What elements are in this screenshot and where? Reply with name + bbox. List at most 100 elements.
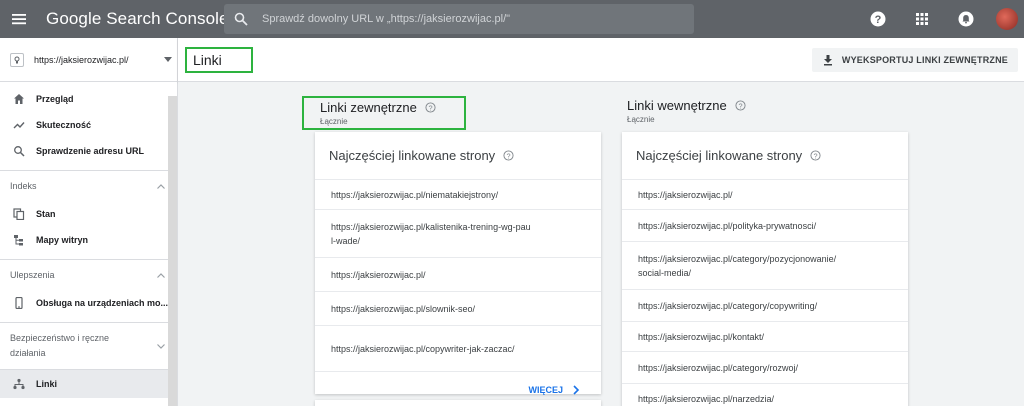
svg-text:?: ? — [428, 103, 432, 112]
help-outline-icon[interactable]: ? — [810, 150, 821, 161]
table-row[interactable]: https://jaksierozwijac.pl/ — [622, 180, 908, 210]
internal-links-title: Linki wewnętrzne — [627, 98, 727, 113]
sidebar-item-links[interactable]: Linki — [0, 370, 177, 398]
row-url: https://jaksierozwijac.pl/category/copyw… — [638, 300, 818, 311]
help-outline-icon[interactable]: ? — [735, 100, 746, 111]
phone-icon — [12, 296, 26, 310]
internal-links-header: Linki wewnętrzne ? Łącznie — [627, 96, 746, 124]
sidebar-item-url-inspection[interactable]: Sprawdzenie adresu URL — [0, 138, 177, 164]
app-bar: Google Search Console ? — [0, 0, 1024, 38]
help-icon[interactable]: ? — [864, 5, 892, 33]
row-url: https://jaksierozwijac.pl/polityka-prywa… — [638, 220, 817, 231]
chevron-up-icon — [157, 183, 165, 189]
search-input[interactable] — [262, 13, 682, 25]
external-links-title: Linki zewnętrzne — [320, 100, 417, 115]
section-title: Ulepszenia — [10, 270, 55, 280]
export-button-label: WYEKSPORTUJ LINKI ZEWNĘTRZNE — [841, 55, 1008, 65]
export-external-links-button[interactable]: WYEKSPORTUJ LINKI ZEWNĘTRZNE — [811, 48, 1018, 72]
external-links-subtitle: Łącznie — [320, 117, 348, 126]
help-outline-icon[interactable]: ? — [503, 150, 514, 161]
row-url: https://jaksierozwijac.pl/kalistenika-tr… — [331, 221, 531, 246]
page-title: Linki — [185, 47, 253, 73]
table-row[interactable]: https://jaksierozwijac.pl/niematakiejstr… — [315, 180, 601, 210]
chevron-up-icon — [157, 272, 165, 278]
sidebar-item-label: Linki — [36, 379, 58, 389]
table-row[interactable]: https://jaksierozwijac.pl/narzedzia/ — [622, 384, 908, 406]
sidebar-item-label: Mapy witryn — [36, 235, 89, 245]
chevron-down-icon[interactable] — [159, 57, 177, 62]
svg-text:?: ? — [814, 151, 818, 160]
internal-links-subtitle: Łącznie — [627, 115, 655, 124]
table-row[interactable]: https://jaksierozwijac.pl/category/pozyc… — [622, 242, 908, 290]
download-icon — [823, 55, 832, 66]
card-title-text: Najczęściej linkowane strony — [329, 148, 496, 163]
row-url: https://jaksierozwijac.pl/narzedzia/ — [638, 393, 775, 404]
sidebar-item-overview[interactable]: Przegląd — [0, 86, 177, 112]
sidebar-item-label: Stan — [36, 209, 56, 219]
site-favicon-icon — [10, 52, 24, 67]
links-icon — [12, 377, 26, 391]
row-url: https://jaksierozwijac.pl/kontakt/ — [638, 331, 765, 342]
row-url: https://jaksierozwijac.pl/ — [331, 269, 426, 280]
sidebar-item-label: Obsługa na urządzeniach mo... — [36, 298, 169, 308]
sidebar-item-label: Sprawdzenie adresu URL — [36, 146, 145, 156]
table-row[interactable]: https://jaksierozwijac.pl/slownik-seo/ — [315, 292, 601, 326]
app-title[interactable]: Google Search Console — [46, 9, 229, 29]
sidebar: https://jaksierozwijac.pl/ Przegląd Skut… — [0, 38, 178, 406]
card-title: Najczęściej linkowane strony ? — [622, 132, 908, 180]
sidebar-item-label: Skuteczność — [36, 120, 92, 130]
home-icon — [12, 92, 26, 106]
sidebar-item-label: Przegląd — [36, 94, 74, 104]
svg-text:?: ? — [507, 151, 511, 160]
search-icon — [234, 12, 248, 26]
table-row[interactable]: https://jaksierozwijac.pl/kalistenika-tr… — [315, 210, 601, 258]
sidebar-scrollbar[interactable] — [168, 96, 177, 406]
svg-text:?: ? — [875, 14, 882, 26]
more-button-label: WIĘCEJ — [528, 385, 563, 395]
section-title: Indeks — [10, 181, 37, 191]
copy-icon — [12, 207, 26, 221]
card-title: Najczęściej linkowane strony ? — [315, 132, 601, 180]
section-header-index[interactable]: Indeks — [0, 171, 177, 201]
search-icon — [12, 144, 26, 158]
external-second-card — [315, 400, 601, 406]
sidebar-item-sitemaps[interactable]: Mapy witryn — [0, 227, 177, 253]
chevron-right-icon — [573, 385, 580, 395]
table-row[interactable]: https://jaksierozwijac.pl/category/copyw… — [622, 290, 908, 322]
property-selector[interactable]: https://jaksierozwijac.pl/ — [0, 38, 177, 82]
row-url: https://jaksierozwijac.pl/category/pozyc… — [638, 253, 837, 278]
apps-grid-icon[interactable] — [908, 5, 936, 33]
help-outline-icon[interactable]: ? — [425, 102, 436, 113]
chevron-down-icon — [157, 343, 165, 349]
main-content: Linki zewnętrzne ? Łącznie Linki wewnętr… — [178, 82, 1024, 406]
section-header-enhancements[interactable]: Ulepszenia — [0, 260, 177, 290]
table-row[interactable]: https://jaksierozwijac.pl/category/rozwo… — [622, 352, 908, 384]
internal-top-linked-pages-card: Najczęściej linkowane strony ? https://j… — [622, 132, 908, 406]
table-row[interactable]: https://jaksierozwijac.pl/ — [315, 258, 601, 292]
sidebar-item-mobile-usability[interactable]: Obsługa na urządzeniach mo... — [0, 290, 177, 316]
section-title: Bezpieczeństwo i ręczne działania — [10, 333, 110, 358]
row-url: https://jaksierozwijac.pl/copywriter-jak… — [331, 343, 515, 354]
page-header: Linki WYEKSPORTUJ LINKI ZEWNĘTRZNE — [178, 38, 1024, 82]
sitemap-icon — [12, 233, 26, 247]
external-links-header: Linki zewnętrzne ? Łącznie — [302, 96, 466, 130]
external-top-linked-pages-card: Najczęściej linkowane strony ? https://j… — [315, 132, 601, 395]
sidebar-item-performance[interactable]: Skuteczność — [0, 112, 177, 138]
row-url: https://jaksierozwijac.pl/niematakiejstr… — [331, 189, 499, 200]
row-url: https://jaksierozwijac.pl/category/rozwo… — [638, 362, 799, 373]
account-avatar[interactable] — [996, 8, 1018, 30]
svg-text:?: ? — [738, 101, 742, 110]
notifications-icon[interactable] — [952, 5, 980, 33]
property-url: https://jaksierozwijac.pl/ — [34, 54, 129, 65]
table-row[interactable]: https://jaksierozwijac.pl/polityka-prywa… — [622, 210, 908, 242]
table-row[interactable]: https://jaksierozwijac.pl/copywriter-jak… — [315, 326, 601, 372]
section-header-security[interactable]: Bezpieczeństwo i ręczne działania — [0, 323, 177, 369]
url-inspection-search[interactable] — [224, 4, 694, 34]
table-row[interactable]: https://jaksierozwijac.pl/kontakt/ — [622, 322, 908, 352]
row-url: https://jaksierozwijac.pl/ — [638, 189, 733, 200]
menu-icon[interactable] — [0, 0, 38, 38]
row-url: https://jaksierozwijac.pl/slownik-seo/ — [331, 303, 476, 314]
trend-icon — [12, 118, 26, 132]
card-title-text: Najczęściej linkowane strony — [636, 148, 803, 163]
sidebar-item-coverage[interactable]: Stan — [0, 201, 177, 227]
